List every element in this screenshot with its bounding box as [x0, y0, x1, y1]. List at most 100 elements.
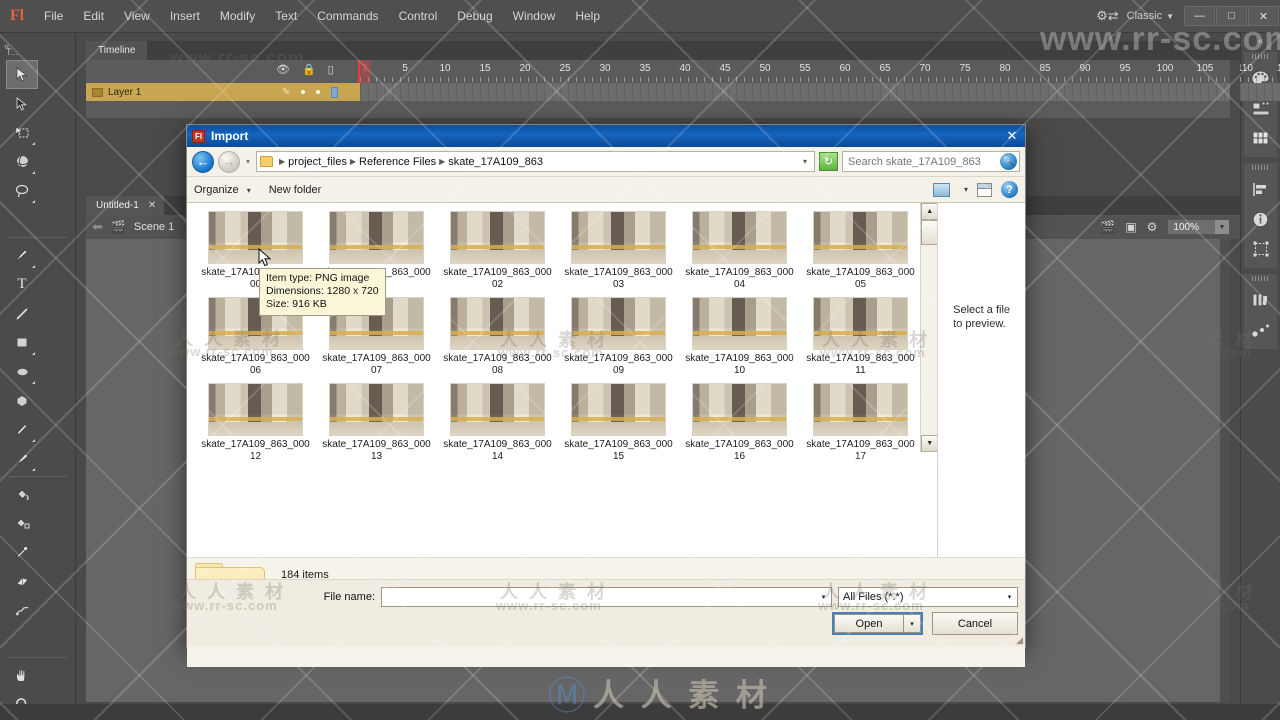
chevron-down-icon[interactable]: ▾ — [816, 588, 831, 606]
workspace-name[interactable]: Classic — [1127, 10, 1166, 22]
file-item[interactable]: skate_17A109_863_00017 — [800, 383, 921, 469]
scrollbar-thumb[interactable] — [921, 220, 938, 245]
edit-bar-right[interactable]: 🎬 ▣ ⚙ 100% ▼ — [1100, 219, 1240, 235]
transform-icon[interactable] — [1244, 234, 1277, 264]
dialog-footer[interactable]: File name: ▾ All Files (*.*) ▾ Open ▾ Ca… — [187, 579, 1025, 647]
menu-debug[interactable]: Debug — [447, 0, 502, 33]
breadcrumb-separator-3[interactable]: ▶ — [439, 157, 445, 166]
search-input[interactable] — [848, 155, 1000, 168]
chevron-down-icon[interactable]: ▾ — [964, 185, 968, 194]
breadcrumb-skate-folder[interactable]: skate_17A109_863 — [448, 156, 543, 168]
layer-outline-block[interactable] — [331, 86, 339, 98]
file-thumbnail[interactable] — [450, 297, 545, 350]
refresh-icon[interactable]: ↻ — [819, 152, 838, 171]
file-item[interactable]: skate_17A109_863_00009 — [558, 297, 679, 383]
recent-locations-icon[interactable]: ▾ — [244, 157, 252, 166]
open-button[interactable]: Open — [834, 614, 904, 633]
scene-clapper-icon[interactable]: 🎬 — [111, 220, 126, 234]
menu-commands[interactable]: Commands — [307, 0, 388, 33]
file-thumbnail[interactable] — [813, 297, 908, 350]
file-thumbnail[interactable] — [450, 383, 545, 436]
tool-selection[interactable] — [6, 60, 38, 89]
layer-lock-dot[interactable] — [316, 90, 321, 94]
menu-file[interactable]: File — [34, 0, 73, 33]
file-thumbnail[interactable] — [329, 211, 424, 264]
tool-polystar[interactable] — [6, 386, 38, 415]
cancel-button[interactable]: Cancel — [932, 612, 1018, 635]
resize-grip-icon[interactable]: ◢ — [1016, 635, 1023, 646]
zoom-control[interactable]: 100% ▼ — [1167, 219, 1230, 235]
window-maximize-button[interactable]: □ — [1216, 6, 1247, 26]
dialog-navigation-bar[interactable]: ← → ▾ ▶ project_files ▶ Reference Files … — [187, 147, 1025, 177]
import-dialog[interactable]: Fl Import ✕ ← → ▾ ▶ project_files ▶ Refe… — [186, 124, 1026, 667]
tool-free-transform[interactable] — [6, 118, 38, 147]
layer-name[interactable]: Layer 1 — [108, 87, 141, 98]
back-button[interactable]: ← — [192, 150, 214, 173]
menu-help[interactable]: Help — [565, 0, 610, 33]
document-tab-untitled-1[interactable]: Untitled-1 ✕ — [86, 196, 165, 215]
file-item[interactable]: skate_17A109_863_00004 — [679, 211, 800, 297]
outline-icon[interactable]: ▯ — [328, 63, 334, 76]
dock-collapse-icon[interactable]: « — [1241, 33, 1280, 52]
tool-eraser[interactable] — [6, 567, 38, 596]
menu-modify[interactable]: Modify — [210, 0, 265, 33]
tool-pencil[interactable] — [6, 415, 38, 444]
window-minimize-button[interactable]: — — [1184, 6, 1215, 26]
layer-visibility-dot[interactable] — [301, 90, 306, 94]
timeline-collapse-icon[interactable]: « — [4, 41, 10, 52]
tool-grid-draw[interactable]: T — [0, 241, 75, 473]
tool-oval[interactable] — [6, 357, 38, 386]
file-name-input-wrapper[interactable]: ▾ — [381, 587, 832, 607]
dialog-title-bar[interactable]: Fl Import ✕ — [187, 125, 1025, 147]
file-thumbnail[interactable] — [571, 297, 666, 350]
file-thumbnail[interactable] — [813, 211, 908, 264]
tool-ink-bottle[interactable] — [6, 509, 38, 538]
menu-insert[interactable]: Insert — [160, 0, 210, 33]
file-thumbnail[interactable] — [571, 383, 666, 436]
timeline-frames[interactable] — [360, 83, 1280, 101]
tool-grid-paint[interactable] — [0, 480, 75, 654]
file-thumbnail[interactable] — [813, 383, 908, 436]
search-icon[interactable]: 🔍 — [1000, 153, 1017, 170]
file-item[interactable]: skate_17A109_863_00014 — [437, 383, 558, 469]
tool-line[interactable] — [6, 299, 38, 328]
file-thumbnail[interactable] — [450, 211, 545, 264]
tab-timeline[interactable]: Timeline — [86, 41, 148, 60]
file-grid[interactable]: skate_17A109_863_00000 skate_17A109_863_… — [187, 203, 937, 469]
address-breadcrumb-bar[interactable]: ▶ project_files ▶ Reference Files ▶ skat… — [256, 151, 815, 172]
tool-subselection[interactable] — [6, 89, 38, 118]
dialog-close-button[interactable]: ✕ — [1001, 127, 1023, 145]
eye-icon[interactable]: 👁 — [276, 63, 290, 76]
file-type-select[interactable]: All Files (*.*) ▾ — [838, 587, 1018, 607]
swatches-grid-icon[interactable] — [1244, 123, 1277, 153]
open-button-group[interactable]: Open ▾ — [832, 612, 923, 635]
file-thumbnail[interactable] — [329, 383, 424, 436]
center-stage-icon[interactable]: ⚙ — [1147, 220, 1158, 234]
edit-scene-icon[interactable]: 🎬 — [1100, 220, 1115, 234]
code-snippets-icon[interactable] — [1244, 285, 1277, 315]
layer-1-row[interactable]: Layer 1 — [86, 83, 276, 101]
tool-rectangle[interactable] — [6, 328, 38, 357]
tool-pen[interactable] — [6, 241, 38, 270]
file-thumbnail[interactable] — [692, 297, 787, 350]
edit-symbol-icon[interactable]: ▣ — [1125, 220, 1136, 234]
chevron-down-icon[interactable]: ▼ — [1166, 12, 1184, 21]
tool-grid[interactable] — [0, 60, 75, 234]
menu-window[interactable]: Window — [503, 0, 566, 33]
motion-presets-icon[interactable] — [1244, 315, 1277, 345]
chevron-down-icon[interactable]: ▾ — [247, 186, 251, 195]
menu-control[interactable]: Control — [389, 0, 448, 33]
tool-paint-bucket[interactable] — [6, 480, 38, 509]
file-thumbnail[interactable] — [208, 383, 303, 436]
file-item[interactable]: skate_17A109_863_00015 — [558, 383, 679, 469]
chevron-down-icon[interactable]: ▾ — [1002, 588, 1017, 606]
tool-3d-rotation[interactable] — [6, 147, 38, 176]
pencil-icon[interactable]: ✎ — [282, 87, 290, 98]
file-name-row[interactable]: File name: ▾ All Files (*.*) ▾ — [187, 580, 1025, 607]
tools-panel[interactable]: T... T — [0, 33, 76, 720]
tool-lasso[interactable] — [6, 176, 38, 205]
dock-group-misc[interactable] — [1244, 274, 1277, 349]
new-folder-button[interactable]: New folder — [269, 184, 322, 196]
dock-group-align[interactable] — [1244, 163, 1277, 268]
view-layout-icon[interactable] — [932, 182, 950, 197]
